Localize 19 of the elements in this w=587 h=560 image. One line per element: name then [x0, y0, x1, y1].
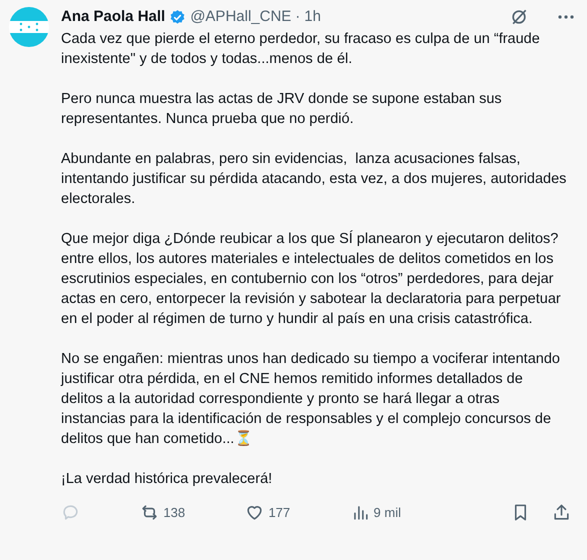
like-button[interactable]: 177 [245, 503, 290, 522]
views-button[interactable]: 9 mil [350, 503, 401, 522]
post-paragraph: Pero nunca muestra las actas de JRV donde se supone estaban sus representantes. Nunca prueba que no perdió. [61, 90, 503, 129]
share-icon [552, 503, 571, 522]
separator: · [295, 6, 300, 27]
author-name[interactable]: Ana Paola Hall [61, 6, 166, 28]
repost-button[interactable]: 138 [140, 503, 186, 522]
post-paragraph: Cada vez que pierde el eterno perdedor, su fracaso es culpa de un “fraude inexistente" y de todos y todas...menos de él. [61, 30, 541, 69]
repost-icon [140, 503, 160, 522]
comment-icon [61, 503, 80, 522]
author-handle[interactable]: @APHall_CNE [190, 6, 292, 28]
more-icon[interactable] [557, 14, 575, 20]
post-time[interactable]: 1h [304, 6, 321, 28]
post-paragraph: ¡La verdad histórica prevalecerá! [61, 470, 274, 489]
post-paragraph: No se engañen: mientras unos han dedicado su tiempo a vociferar intentando justificar otra pérdida, en el CNE hemos remitido informes detallados de delitos a la autoridad correspondiente y pronto se hará llegar a otras instancias para la identificación de responsables y el complejo concursos de delitos que han cometido...⏳ [61, 350, 561, 449]
heart-icon [245, 503, 264, 522]
share-button[interactable] [552, 503, 571, 522]
post-paragraph: Abundante en palabras, pero sin evidencias, lanza acusaciones falsas, intentando justificar su pérdida atacando, esta vez, a dos mujeres, autoridades electorales. [61, 150, 567, 209]
post-paragraph: Que mejor diga ¿Dónde reubicar a los que SÍ planearon y ejecutaron delitos? entre ellos, los autores materiales e intelectuales de delitos cometidos en los escrutinios especiales, en contubernio con los “otros” perdedores, para dejar actas en cero, entorpecer la revisión y sabotear la declaratoria para perpetuar en el poder al régimen de turno y hundir al país en una crisis catastrófica. [61, 229, 562, 329]
